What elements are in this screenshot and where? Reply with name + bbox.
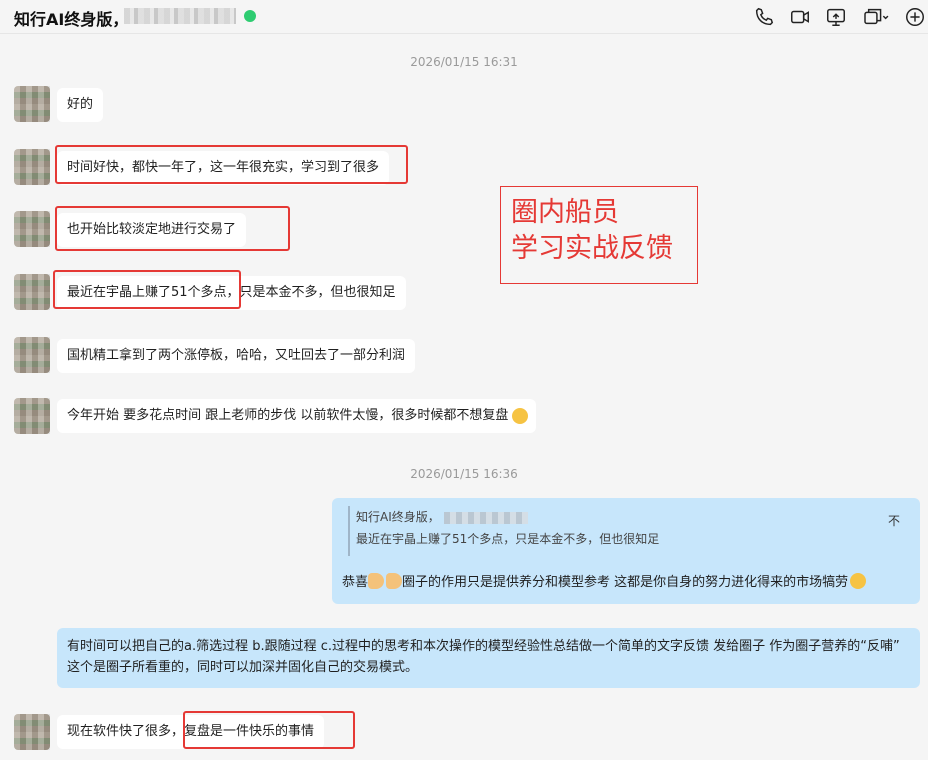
message-bubble: 最近在宇晶上赚了51个多点，只是本金不多，但也很知足 bbox=[57, 276, 406, 310]
blurred-contact-name bbox=[124, 8, 236, 24]
quoted-text: 最近在宇晶上赚了51个多点，只是本金不多，但也很知足 bbox=[356, 532, 660, 546]
timestamp: 2026/01/15 16:31 bbox=[410, 55, 518, 69]
message-bubble: 现在软件快了很多，复盘是一件快乐的事情 bbox=[57, 715, 325, 749]
chat-title: 知行AI终身版， bbox=[14, 10, 129, 29]
add-icon[interactable] bbox=[904, 6, 926, 28]
message-bubble: 也开始比较淡定地进行交易了 bbox=[57, 213, 247, 247]
quoted-sender: 知行AI终身版， bbox=[356, 510, 440, 524]
thumbs-up-emoji-icon bbox=[386, 573, 403, 589]
annotation-line: 学习实战反馈 bbox=[511, 233, 673, 264]
message-bubble: 时间好快，都快一年了，这一年很充实，学习到了很多 bbox=[57, 151, 390, 185]
thumbs-up-emoji-icon bbox=[368, 573, 385, 589]
screen-share-icon[interactable] bbox=[825, 6, 847, 28]
avatar[interactable] bbox=[14, 714, 50, 750]
online-status-dot bbox=[244, 10, 256, 22]
avatar[interactable] bbox=[14, 337, 50, 373]
avatar[interactable] bbox=[14, 149, 50, 185]
multi-window-icon[interactable] bbox=[861, 6, 891, 28]
avatar[interactable] bbox=[14, 398, 50, 434]
grin-emoji-icon bbox=[850, 573, 867, 589]
message-bubble: 国机精工拿到了两个涨停板，哈哈，又吐回去了一部分利润 bbox=[57, 339, 416, 373]
avatar[interactable] bbox=[14, 274, 50, 310]
avatar[interactable] bbox=[14, 86, 50, 122]
timestamp: 2026/01/15 16:36 bbox=[410, 467, 518, 481]
smile-emoji-icon bbox=[512, 408, 529, 424]
collapse-quote-button[interactable]: 不 bbox=[888, 512, 900, 529]
message-bubble: 好的 bbox=[57, 88, 104, 122]
annotation-box: 圈内船员 学习实战反馈 bbox=[500, 186, 698, 284]
reply-text-pre: 恭喜 bbox=[342, 575, 369, 590]
phone-icon[interactable] bbox=[753, 6, 775, 28]
message-bubble: 今年开始 要多花点时间 跟上老师的步伐 以前软件太慢，很多时候都不想复盘 bbox=[57, 399, 537, 433]
blurred-sender-name bbox=[443, 511, 528, 524]
quoted-message[interactable]: 知行AI终身版， 最近在宇晶上赚了51个多点，只是本金不多，但也很知足 bbox=[348, 506, 904, 556]
annotation-line: 圈内船员 bbox=[511, 197, 619, 228]
chat-header: 知行AI终身版， bbox=[0, 0, 928, 34]
video-icon[interactable] bbox=[789, 6, 811, 28]
message-text: 今年开始 要多花点时间 跟上老师的步伐 以前软件太慢，很多时候都不想复盘 bbox=[67, 408, 509, 423]
reply-text-post: 圈子的作用只是提供养分和模型参考 这都是你自身的努力进化得来的市场犒劳 bbox=[402, 575, 849, 590]
avatar[interactable] bbox=[14, 211, 50, 247]
outgoing-message-bubble: 有时间可以把自己的a.筛选过程 b.跟随过程 c.过程中的思考和本次操作的模型经… bbox=[57, 628, 920, 688]
reply-text-line: 恭喜 圈子的作用只是提供养分和模型参考 这都是你自身的努力进化得来的市场犒劳 bbox=[342, 573, 867, 593]
